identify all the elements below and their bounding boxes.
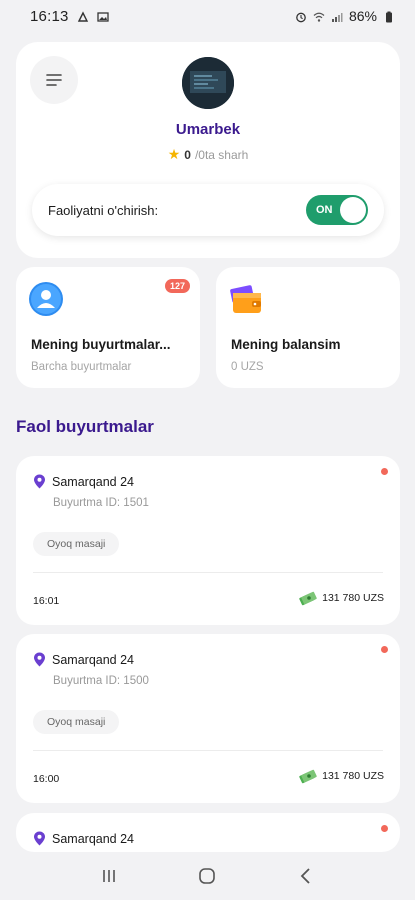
- order-location: Samarqand 24: [33, 831, 134, 846]
- back-button[interactable]: [291, 861, 321, 891]
- my-orders-subtitle: Barcha buyurtmalar: [31, 361, 132, 373]
- star-icon: ★: [167, 146, 181, 162]
- my-orders-title: Mening buyurtmalar...: [31, 337, 171, 352]
- activity-toggle-label: Faoliyatni o'chirish:: [48, 202, 159, 218]
- wifi-icon: [313, 10, 325, 22]
- order-id: Buyurtma ID: 1500: [53, 675, 149, 687]
- menu-button[interactable]: [30, 56, 78, 104]
- order-time: 16:00: [33, 773, 60, 785]
- order-price: 131 780 UZS: [322, 592, 384, 604]
- my-balance-amount: 0 UZS: [231, 361, 264, 373]
- order-address: Samarqand 24: [52, 474, 135, 489]
- order-id: Buyurtma ID: 1501: [53, 497, 149, 509]
- activity-toggle-row: Faoliyatni o'chirish: ON: [32, 184, 384, 236]
- rating-value: 0: [184, 147, 191, 162]
- divider: [33, 572, 383, 573]
- location-pin-icon: [34, 474, 45, 489]
- my-balance-title: Mening balansim: [231, 337, 341, 352]
- status-dot: [381, 646, 388, 653]
- status-bar: 16:13 86%: [0, 0, 415, 32]
- order-price-row: 131 780 UZS: [299, 768, 384, 784]
- alarm-icon: [295, 10, 307, 23]
- order-card[interactable]: Samarqand 24 Buyurtma ID: 1500 Oyoq masa…: [16, 634, 400, 803]
- hamburger-icon: [46, 74, 62, 86]
- order-price: 131 780 UZS: [322, 770, 384, 782]
- order-address: Samarqand 24: [52, 831, 135, 846]
- my-balance-tile[interactable]: Mening balansim 0 UZS: [216, 267, 400, 388]
- battery-icon: [383, 10, 395, 23]
- status-left: 16:13: [30, 8, 109, 25]
- notification-icon: [77, 10, 89, 22]
- active-orders-title: Faol buyurtmalar: [16, 417, 154, 436]
- status-dot: [381, 468, 388, 475]
- switch-knob: [340, 197, 366, 223]
- status-dot: [381, 825, 388, 832]
- location-pin-icon: [34, 652, 45, 667]
- recent-apps-button[interactable]: [94, 861, 124, 891]
- signal-icon: [331, 10, 343, 22]
- order-card[interactable]: Samarqand 24: [16, 813, 400, 852]
- status-time: 16:13: [30, 7, 69, 25]
- rating-row: ★ 0/0ta sharh: [16, 146, 400, 163]
- battery-percent: 86%: [348, 8, 377, 24]
- recent-apps-icon: [103, 870, 115, 882]
- order-location: Samarqand 24: [33, 474, 134, 489]
- avatar[interactable]: [182, 57, 234, 109]
- reviews-count: /0ta sharh: [194, 147, 249, 162]
- home-button[interactable]: [192, 861, 222, 891]
- location-pin-icon: [34, 831, 45, 846]
- status-right: 86%: [295, 8, 395, 24]
- back-icon: [300, 868, 310, 884]
- money-icon: [299, 769, 317, 784]
- orders-count-badge: 127: [164, 279, 190, 293]
- divider: [33, 750, 383, 751]
- user-name: Umarbek: [175, 121, 241, 138]
- wallet-icon: [228, 281, 264, 317]
- activity-switch[interactable]: ON: [306, 195, 368, 225]
- gallery-icon: [96, 10, 109, 22]
- profile-card: Umarbek ★ 0/0ta sharh Faoliyatni o'chiri…: [16, 42, 400, 258]
- order-card[interactable]: Samarqand 24 Buyurtma ID: 1501 Oyoq masa…: [16, 456, 400, 625]
- order-price-row: 131 780 UZS: [299, 590, 384, 606]
- home-icon: [199, 868, 216, 884]
- order-location: Samarqand 24: [33, 652, 134, 667]
- my-orders-tile[interactable]: 127 Mening buyurtmalar... Barcha buyurtm…: [16, 267, 200, 388]
- user-profile-icon: [28, 281, 64, 317]
- service-tag: Oyoq masaji: [33, 532, 120, 556]
- service-tag: Oyoq masaji: [33, 710, 120, 734]
- order-address: Samarqand 24: [52, 652, 135, 667]
- system-nav-bar: [0, 852, 415, 900]
- order-time: 16:01: [33, 595, 60, 607]
- switch-on-text: ON: [316, 204, 333, 216]
- money-icon: [299, 591, 317, 606]
